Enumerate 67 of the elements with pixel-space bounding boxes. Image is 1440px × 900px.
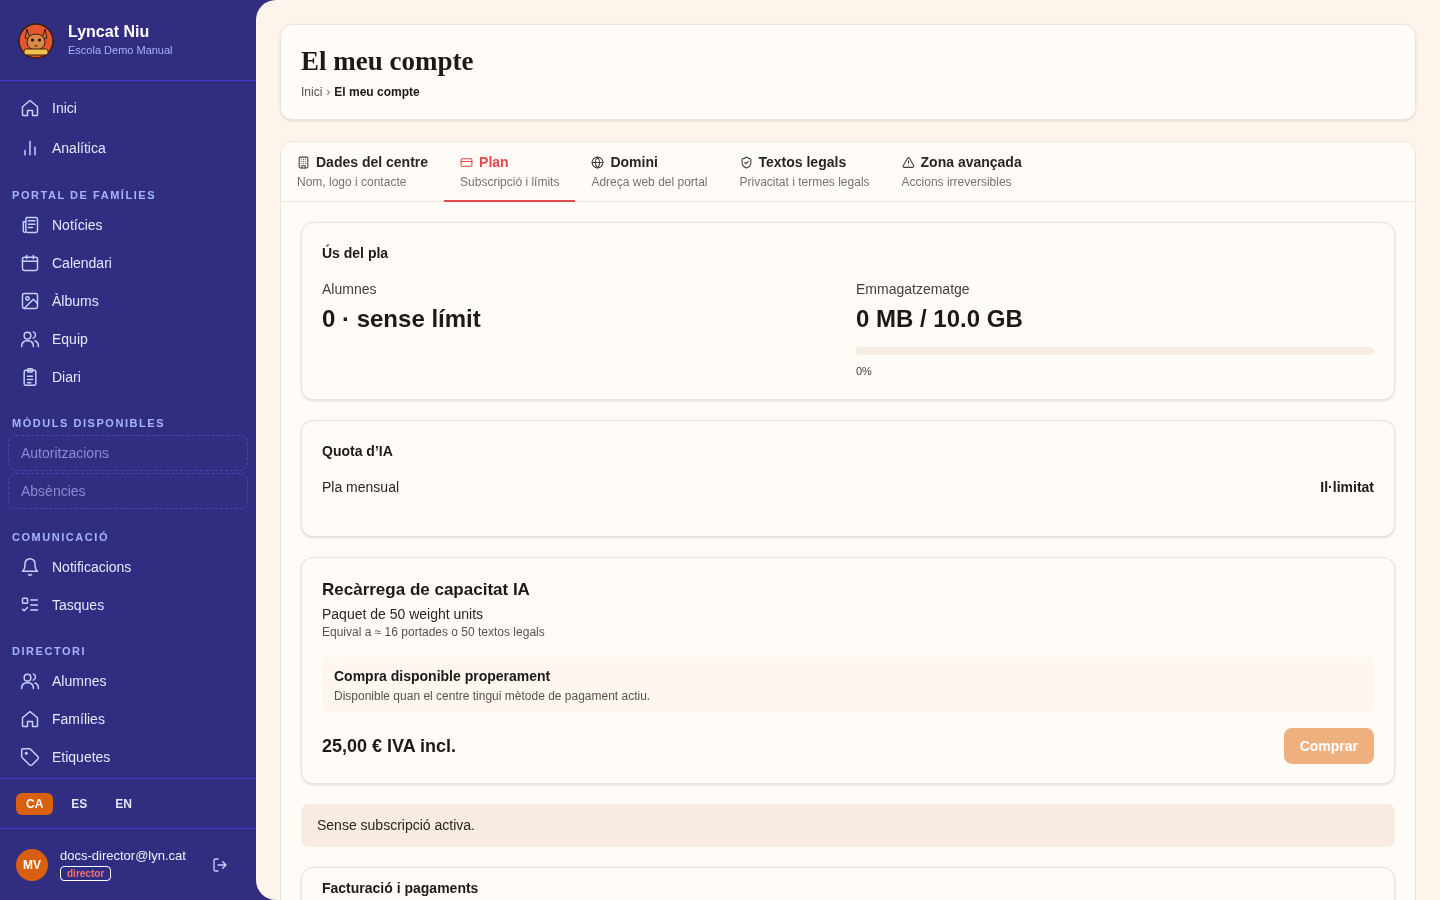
metric-label: Alumnes [322, 280, 378, 299]
metric-value: 0 · sense límit [322, 304, 482, 334]
credit-card-icon [460, 155, 474, 169]
home-icon [20, 98, 40, 118]
section-title: MÒDULS DISPONIBLES [11, 416, 166, 431]
brand-name: Lyncat Niu [68, 22, 151, 42]
section-title: COMUNICACIÓ [11, 530, 110, 545]
user-avatar: MV [16, 848, 48, 881]
role-badge: director [60, 866, 112, 881]
nav-item[interactable]: Etiquetes [8, 739, 248, 775]
tab[interactable]: Plan Subscripció i límits [444, 142, 576, 202]
price-text: 25,00 € IVA incl. [322, 735, 457, 758]
nav-item[interactable]: Tasques [8, 587, 248, 623]
newspaper-icon [20, 215, 40, 235]
card-title: Quota d’IA [322, 442, 394, 461]
notice-text: Disponible quan el centre tingui mètode de pagament actiu. [334, 688, 652, 704]
tab[interactable]: Textos legals Privacitat i termes legals [723, 142, 886, 202]
breadcrumb-separator: › [326, 84, 331, 100]
building-icon [297, 155, 310, 169]
card-title: Recàrrega de capacitat IA [322, 579, 531, 601]
nav-item[interactable]: Notificacions [8, 549, 248, 585]
tab[interactable]: Zona avançada Accions irreversibles [885, 142, 1038, 202]
users-icon [20, 671, 40, 691]
breadcrumb-link[interactable]: Inici [301, 84, 323, 100]
nav-item[interactable]: Alumnes [8, 663, 248, 699]
nav-item[interactable]: Calendari [8, 245, 248, 281]
nav-item[interactable]: Inici [8, 89, 248, 127]
notice-title: Compra disponible properament [334, 667, 552, 686]
section-title: PORTAL DE FAMÍLIES [11, 188, 158, 203]
language-button[interactable]: CA [16, 792, 54, 815]
language-button[interactable]: ES [61, 792, 98, 815]
users-icon [20, 329, 40, 349]
nav-item[interactable]: Analítica [8, 129, 248, 167]
card-title: Ús del pla [322, 243, 390, 263]
metric-value: 0 MB / 10.0 GB [856, 304, 1024, 334]
brand-subtitle: Escola Demo Manual [68, 43, 173, 58]
nav-item[interactable]: Diari [8, 359, 248, 395]
nav-item[interactable]: Àlbums [8, 283, 248, 319]
metric-label: Emmagatzematge [856, 280, 971, 299]
image-icon [20, 291, 40, 311]
progress-reading: 0% [856, 364, 873, 379]
calendar-icon [20, 253, 40, 273]
logout-icon [212, 856, 228, 873]
cat-logo-icon [16, 20, 56, 60]
nav-item[interactable]: Famílies [8, 701, 248, 737]
shield-icon [739, 155, 753, 169]
quota-label: Pla mensual [322, 478, 400, 497]
home-icon [20, 709, 40, 729]
section-title: DIRECTORI [11, 644, 88, 659]
globe-icon [591, 155, 605, 169]
card-title: Facturació i pagaments [322, 880, 480, 896]
warning-icon [901, 155, 915, 169]
clipboard-icon [20, 367, 40, 387]
equivalence-text: Equival a ≈ 16 portades o 50 textos legals [322, 624, 546, 640]
bell-icon [20, 557, 40, 577]
quota-value: Il·limitat [1320, 478, 1374, 497]
language-button[interactable]: EN [105, 792, 143, 815]
nav-item[interactable]: Equip [8, 321, 248, 357]
tab[interactable]: Dades del centre Nom, logo i contacte [281, 142, 445, 202]
tab[interactable]: Domini Adreça web del portal [575, 142, 724, 202]
nav-item[interactable]: Notícies [8, 207, 248, 243]
status-alert: Sense subscripció activa. [301, 804, 1395, 847]
user-email: docs-director@lyn.cat [60, 848, 186, 864]
package-text: Paquet de 50 weight units [322, 605, 485, 624]
page-title: El meu compte [301, 45, 475, 78]
breadcrumb-current: El meu compte [334, 84, 420, 100]
tag-icon [20, 747, 40, 767]
